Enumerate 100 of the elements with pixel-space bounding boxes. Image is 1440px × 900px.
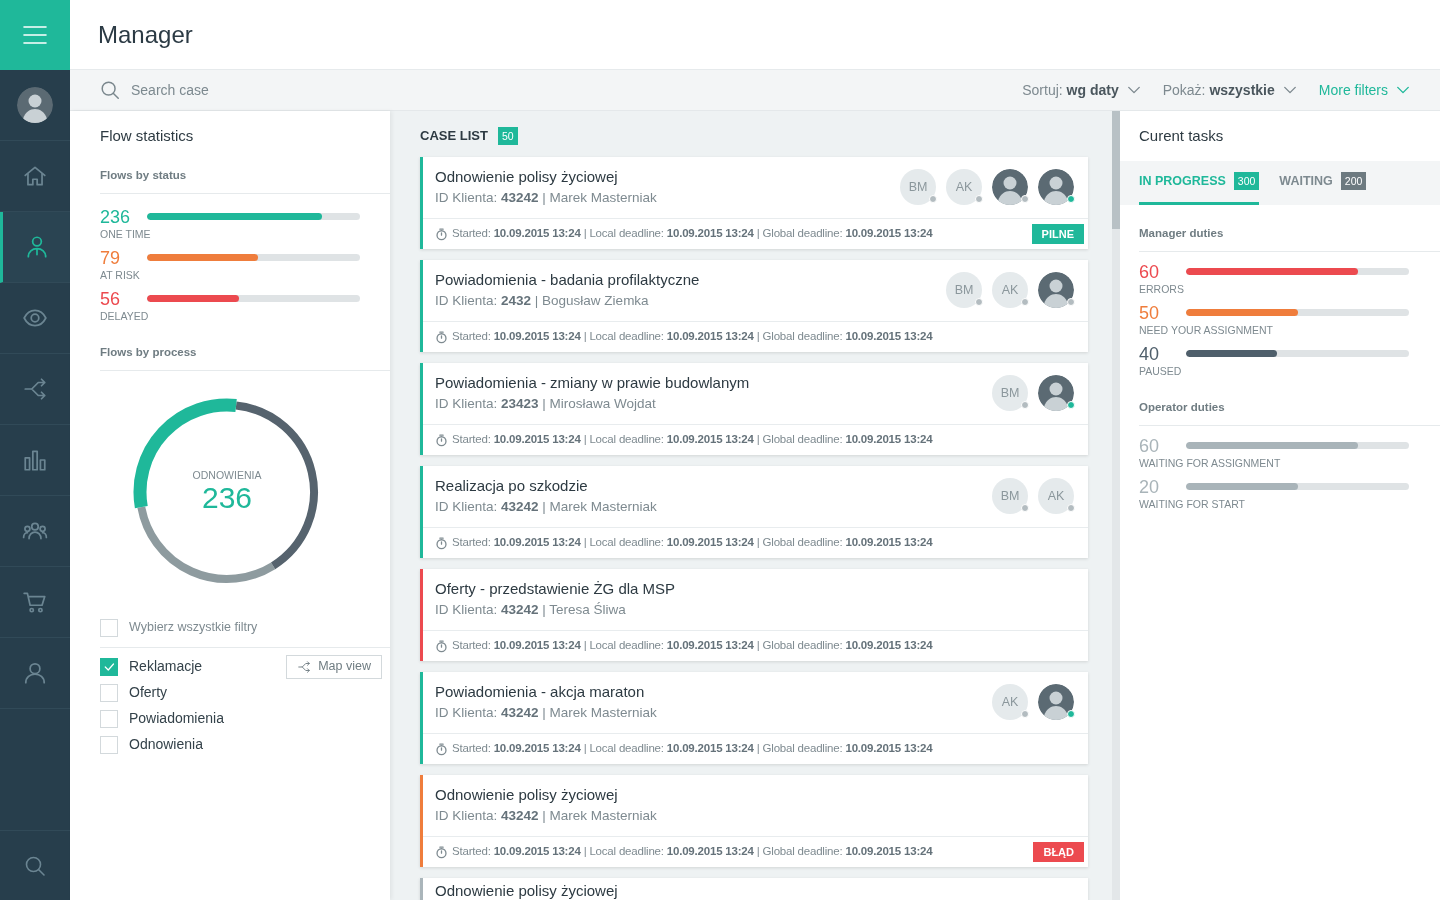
checkbox[interactable]	[100, 735, 118, 754]
donut-label: ODNOWIENIA	[192, 468, 262, 481]
case-dates: Started: 10.09.2015 13:24 | Local deadline: 10.09.2015 13:24 | Global deadline: 10.09.2015 13:24	[452, 535, 933, 551]
case-dates: Started: 10.09.2015 13:24 | Local deadline: 10.09.2015 13:24 | Global deadline: 10.09.2015 13:24	[452, 329, 933, 345]
status-tag: BŁĄD	[1033, 842, 1084, 862]
avatar	[1038, 375, 1074, 411]
case-card[interactable]: Powiadomienia - zmiany w prawie budowlanym ID Klienta: 23423 | Mirosława Wojdat BM Started: 10.09.2015 13:24 | Local deadline: 10.09.2015 13:24 | Global deadline: 10.09.2015 13:24	[420, 363, 1088, 455]
case-card[interactable]: Oferty - przedstawienie ŻG dla MSP ID Klienta: 43242 | Teresa Śliwa Started: 10.09.2015 13:24 | Local deadline: 10.09.2015 13:24 | Global deadline: 10.09.2015 13:24	[420, 569, 1088, 661]
avatar	[1038, 169, 1074, 205]
search-field[interactable]: Search case	[131, 79, 371, 101]
avatar: BM	[900, 169, 936, 205]
case-title: Realizacja po szkodzie	[435, 476, 589, 496]
stat-label: DELAYED	[100, 309, 150, 322]
page-title: Manager	[98, 19, 193, 50]
case-card[interactable]: Powiadomienia - badania profilaktyczne ID Klienta: 2432 | Bogusław Ziemka BM AK Started: 10.09.2015 13:24 | Local deadline: 10.09.2015 13:24 | Global deadline: 10.09.2015 13:24	[420, 260, 1088, 352]
avatar	[1038, 684, 1074, 720]
case-card[interactable]: Realizacja po szkodzie ID Klienta: 43242 | Marek Masterniak BM AK Started: 10.09.2015 13:24 | Local deadline: 10.09.2015 13:24 | Global deadline: 10.09.2015 13:24	[420, 466, 1088, 558]
stopwatch-icon	[435, 639, 448, 653]
stopwatch-icon	[435, 742, 448, 756]
menu-button[interactable]	[0, 0, 70, 70]
case-card[interactable]: Odnowienie polisy życiowej	[420, 878, 1088, 900]
stat-value: 79	[100, 246, 122, 269]
case-title: Powiadomienia - badania profilaktyczne	[435, 270, 700, 290]
avatar: BM	[992, 375, 1028, 411]
count-badge: 50	[497, 127, 518, 145]
panel-title: Curent tasks	[1139, 126, 1225, 146]
stat-value: 60	[1139, 260, 1161, 283]
share-icon	[22, 376, 48, 402]
case-client: ID Klienta: 43242 | Teresa Śliwa	[435, 601, 627, 619]
section-heading: Flows by status	[100, 168, 187, 181]
case-client: ID Klienta: 43242 | Marek Masterniak	[435, 807, 657, 825]
avatar: BM	[992, 478, 1028, 514]
case-client: ID Klienta: 2432 | Bogusław Ziemka	[435, 292, 650, 310]
case-card[interactable]: Odnowienie polisy życiowej ID Klienta: 43242 | Marek Masterniak BM AK Started: 10.09.2015 13:24 | Local deadline: 10.09.2015 13:24 | Global deadline: 10.09.2015 13:24 PILNE	[420, 157, 1088, 249]
stat-value: 56	[100, 287, 122, 310]
case-title: Powiadomienia - akcja maraton	[435, 682, 646, 702]
stat-value: 50	[1139, 301, 1161, 324]
check-icon	[103, 660, 115, 673]
stat-value: 60	[1139, 434, 1161, 457]
stopwatch-icon	[435, 536, 448, 550]
avatar: BM	[946, 272, 982, 308]
stat-value: 20	[1139, 475, 1161, 498]
stat-label: ERRORS	[1139, 282, 1185, 295]
nav-button[interactable]	[0, 212, 70, 283]
case-client: ID Klienta: 43242 | Marek Masterniak	[435, 498, 657, 516]
search-icon	[99, 79, 121, 101]
case-title: Powiadomienia - zmiany w prawie budowlanym	[435, 373, 750, 393]
case-card[interactable]: Odnowienie polisy życiowej ID Klienta: 43242 | Marek Masterniak Started: 10.09.2015 13:24 | Local deadline: 10.09.2015 13:24 | Global deadline: 10.09.2015 13:24 BŁĄD	[420, 775, 1088, 867]
section-heading: Operator duties	[1139, 400, 1225, 413]
filter-dropdown[interactable]: Sortuj: wg daty	[1022, 79, 1141, 101]
case-client: ID Klienta: 43242 | Marek Masterniak	[435, 704, 657, 722]
panel-title: Flow statistics	[100, 126, 195, 146]
map-view-button[interactable]: Map view	[286, 654, 382, 679]
checkbox-label: Oferty	[129, 683, 168, 702]
avatar	[1038, 272, 1074, 308]
stat-label: NEED YOUR ASSIGNMENT	[1139, 323, 1274, 336]
case-dates: Started: 10.09.2015 13:24 | Local deadline: 10.09.2015 13:24 | Global deadline: 10.09.2015 13:24	[452, 638, 933, 654]
case-dates: Started: 10.09.2015 13:24 | Local deadline: 10.09.2015 13:24 | Global deadline: 10.09.2015 13:24	[452, 432, 933, 448]
status-tag: PILNE	[1031, 224, 1084, 244]
case-client: ID Klienta: 43242 | Marek Masterniak	[435, 189, 657, 207]
section-heading: Manager duties	[1139, 226, 1224, 239]
stat-label: PAUSED	[1139, 364, 1183, 377]
stat-label: WAITING FOR START	[1139, 497, 1246, 510]
case-title: Odnowienie polisy życiowej	[435, 785, 619, 805]
checkbox-label: Odnowienia	[129, 735, 203, 754]
checkbox-label: Wybierz wszystkie filtry	[129, 619, 258, 637]
stat-label: WAITING FOR ASSIGNMENT	[1139, 456, 1282, 469]
checkbox[interactable]	[100, 618, 118, 637]
avatar: AK	[1038, 478, 1074, 514]
case-dates: Started: 10.09.2015 13:24 | Local deadline: 10.09.2015 13:24 | Global deadline: 10.09.2015 13:24	[452, 226, 933, 242]
case-title: Odnowienie polisy życiowej	[435, 167, 619, 187]
case-title: Odnowienie polisy życiowej	[435, 881, 618, 900]
checkbox-label: Powiadomienia	[129, 709, 224, 728]
avatar: AK	[946, 169, 982, 205]
stat-label: AT RISK	[100, 268, 141, 281]
stat-value: 236	[100, 205, 132, 228]
case-client: ID Klienta: 23423 | Mirosława Wojdat	[435, 395, 657, 413]
menu-icon	[22, 24, 48, 46]
cart-icon	[22, 589, 48, 615]
user-icon	[22, 660, 48, 686]
case-card[interactable]: Powiadomienia - akcja maraton ID Klienta: 43242 | Marek Masterniak AK Started: 10.09.2015 13:24 | Local deadline: 10.09.2015 13:24 | Global deadline: 10.09.2015 13:24	[420, 672, 1088, 764]
scrollbar-thumb[interactable]	[1112, 111, 1120, 229]
stopwatch-icon	[435, 845, 448, 859]
section-heading: Flows by process	[100, 345, 197, 358]
avatar: AK	[992, 684, 1028, 720]
case-dates: Started: 10.09.2015 13:24 | Local deadline: 10.09.2015 13:24 | Global deadline: 10.09.2015 13:24	[452, 741, 933, 757]
case-dates: Started: 10.09.2015 13:24 | Local deadline: 10.09.2015 13:24 | Global deadline: 10.09.2015 13:24	[452, 844, 933, 860]
share-icon	[297, 659, 312, 674]
checkbox[interactable]	[100, 657, 118, 676]
bar-chart-icon	[22, 447, 48, 473]
stat-label: ONE TIME	[100, 227, 152, 240]
stopwatch-icon	[435, 433, 448, 447]
tab[interactable]: WAITING 200	[1279, 160, 1367, 205]
stat-value: 40	[1139, 342, 1161, 365]
donut-value: 236	[201, 480, 253, 515]
checkbox[interactable]	[100, 683, 118, 702]
stopwatch-icon	[435, 330, 448, 344]
filter-dropdown[interactable]: Pokaż: wszystkie	[1162, 79, 1297, 101]
checkbox[interactable]	[100, 709, 118, 728]
avatar	[992, 169, 1028, 205]
